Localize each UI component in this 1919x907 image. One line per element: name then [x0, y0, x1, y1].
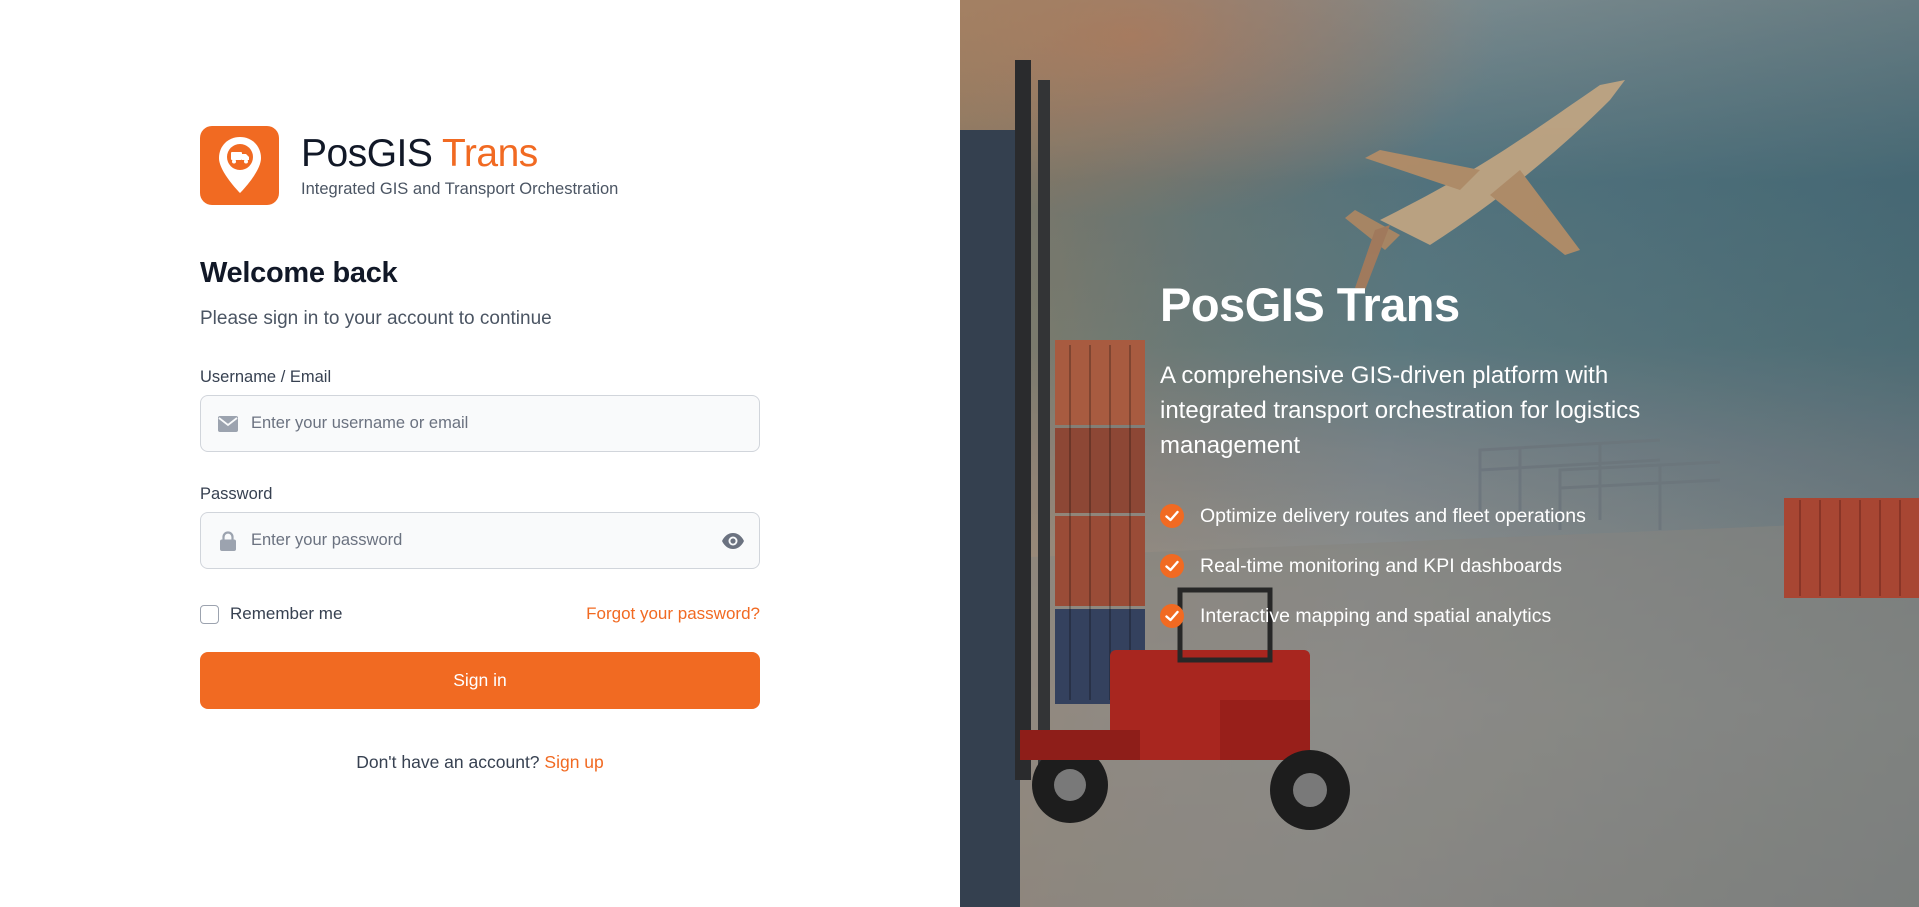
- sign-in-button[interactable]: Sign in: [200, 652, 760, 709]
- page-title: Welcome back: [200, 257, 398, 289]
- username-label: Username / Email: [200, 368, 332, 386]
- signup-prompt: Don't have an account? Sign up: [200, 752, 760, 773]
- form-options: Remember me Forgot your password?: [200, 602, 760, 626]
- username-input[interactable]: [251, 414, 691, 433]
- password-label: Password: [200, 485, 273, 503]
- remember-me[interactable]: Remember me: [200, 604, 342, 624]
- feature-label: Interactive mapping and spatial analytic…: [1200, 604, 1552, 627]
- page-subtitle: Please sign in to your account to contin…: [200, 308, 552, 329]
- password-field[interactable]: [200, 512, 760, 569]
- remember-checkbox[interactable]: [200, 604, 219, 624]
- eye-icon[interactable]: [721, 530, 745, 552]
- feature-label: Real-time monitoring and KPI dashboards: [1200, 554, 1563, 577]
- check-circle-icon: [1160, 504, 1184, 528]
- feature-item: Real-time monitoring and KPI dashboards: [1160, 553, 1586, 579]
- brand-name-accent: Trans: [442, 131, 538, 175]
- hero-title: PosGIS Trans: [1160, 278, 1460, 331]
- sign-up-link[interactable]: Sign up: [544, 752, 603, 772]
- forgot-password-link[interactable]: Forgot your password?: [586, 604, 760, 624]
- envelope-icon: [217, 413, 239, 435]
- brand-tagline: Integrated GIS and Transport Orchestrati…: [301, 179, 619, 198]
- feature-item: Interactive mapping and spatial analytic…: [1160, 603, 1586, 629]
- check-circle-icon: [1160, 604, 1184, 628]
- lock-icon: [217, 530, 239, 552]
- hero-description: A comprehensive GIS-driven platform with…: [1160, 362, 1641, 459]
- brand-name-primary: PosGIS: [301, 131, 433, 175]
- feature-item: Optimize delivery routes and fleet opera…: [1160, 503, 1586, 529]
- feature-list: Optimize delivery routes and fleet opera…: [1160, 503, 1586, 653]
- username-field[interactable]: [200, 395, 760, 452]
- brand-text: PosGIS Trans Integrated GIS and Transpor…: [301, 132, 618, 199]
- logo: [200, 125, 279, 205]
- login-form: PosGIS Trans Integrated GIS and Transpor…: [200, 125, 760, 773]
- check-circle-icon: [1160, 554, 1184, 578]
- brand-header: PosGIS Trans Integrated GIS and Transpor…: [200, 125, 760, 205]
- remember-label: Remember me: [230, 604, 343, 623]
- password-input[interactable]: [251, 531, 691, 550]
- signup-prompt-text: Don't have an account?: [356, 752, 540, 772]
- map-pin-truck-icon: [218, 137, 261, 193]
- brand-name: PosGIS Trans: [301, 132, 618, 176]
- feature-label: Optimize delivery routes and fleet opera…: [1200, 504, 1586, 527]
- login-panel: PosGIS Trans Integrated GIS and Transpor…: [0, 0, 960, 907]
- hero-panel: PosGIS Trans A comprehensive GIS-driven …: [960, 0, 1919, 907]
